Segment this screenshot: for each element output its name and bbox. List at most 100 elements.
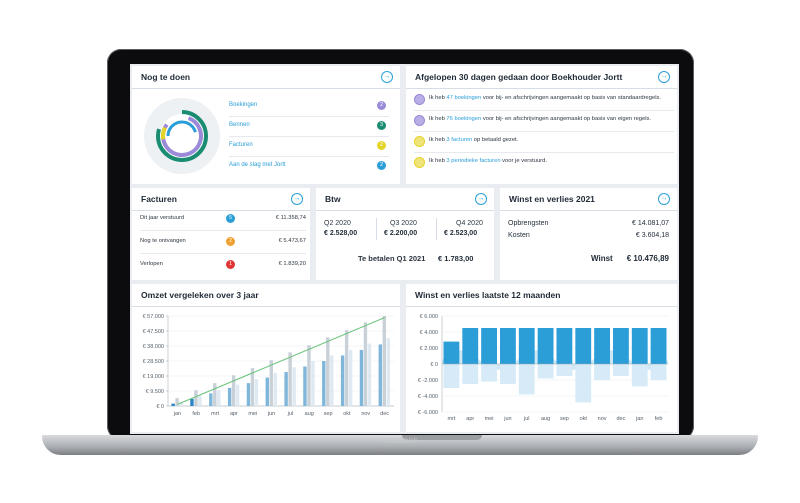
btw-quarter-value: € 2.200,00: [384, 230, 418, 237]
x-tick-label: mei: [485, 416, 494, 422]
bar: [269, 360, 273, 406]
bar: [322, 361, 326, 406]
activity-link[interactable]: 3 facturen: [446, 137, 472, 143]
bar: [194, 390, 198, 406]
cost-label: Kosten: [508, 232, 530, 239]
winst-arrow-icon[interactable]: →: [658, 193, 670, 205]
bar: [303, 366, 307, 406]
activity-text: voor je verstuurd.: [500, 158, 547, 164]
x-tick-label: mrt: [447, 416, 455, 422]
bar-positive: [613, 328, 629, 364]
cost-value: € 3.604,18: [635, 232, 669, 239]
x-tick-label: dec: [616, 416, 625, 422]
facturen-count-badge: 2: [226, 237, 235, 246]
activity-arrow-icon[interactable]: →: [658, 71, 670, 83]
x-tick-label: aug: [305, 411, 314, 417]
bar-positive: [537, 328, 554, 364]
activity-text: Ik heb: [429, 137, 447, 143]
bar-positive: [631, 328, 648, 364]
bar: [175, 398, 179, 406]
bar-positive: [462, 328, 479, 364]
todo-item-facturen[interactable]: Facturen 2: [229, 137, 389, 157]
bar: [307, 345, 311, 406]
bar-positive: [556, 328, 573, 364]
activity-item: Ik heb 76 boekingen voor bij- en afschri…: [414, 110, 674, 132]
x-tick-label: jul: [287, 411, 294, 417]
bar: [386, 338, 390, 406]
todo-count-badge: 3: [377, 121, 386, 130]
facturen-arrow-icon[interactable]: →: [291, 193, 303, 205]
x-tick-label: apr: [230, 411, 238, 417]
bar: [367, 343, 372, 406]
x-tick-label: dec: [380, 411, 389, 417]
bar: [265, 377, 269, 406]
bar-positive: [575, 328, 592, 364]
bar: [382, 316, 386, 406]
todo-donut-chart: [144, 98, 220, 174]
x-tick-label: mrt: [211, 411, 219, 417]
btw-pay-label: Te betalen Q1 2021: [358, 254, 426, 263]
activity-item: Ik heb 3 facturen op betaald gezet.: [414, 131, 674, 153]
activity-link[interactable]: 47 boekingen: [446, 95, 481, 101]
todo-item-label: Aan de slag met Jortt: [229, 162, 286, 168]
x-tick-label: jul: [523, 416, 530, 422]
x-tick-label: jan: [635, 416, 643, 422]
todo-count-badge: 2: [377, 101, 386, 110]
todo-item-boekingen[interactable]: Boekingen 2: [229, 97, 389, 117]
btw-arrow-icon[interactable]: →: [475, 193, 487, 205]
y-tick-label: € -6.000: [418, 410, 438, 416]
wv12-panel: Winst en verlies laatste 12 maanden € -6…: [406, 284, 677, 432]
bar-negative: [537, 364, 554, 379]
activity-link[interactable]: 76 boekingen: [446, 116, 481, 122]
facturen-row-amount: € 5.473,67: [278, 238, 306, 244]
btw-header: Btw →: [316, 188, 494, 211]
bar: [326, 337, 330, 406]
facturen-title: Facturen: [141, 194, 177, 204]
bar-negative: [443, 364, 460, 388]
bar: [292, 367, 296, 406]
laptop-brand: MacBook: [382, 436, 418, 445]
bar-positive: [443, 341, 460, 364]
bar-negative: [575, 364, 592, 403]
btw-panel: Btw → Q2 2020 € 2.528,00 Q3 2020 € 2.200…: [316, 188, 494, 280]
facturen-row[interactable]: Dit jaar verstuurd 5 € 11.358,74: [140, 208, 306, 231]
profit-label: Winst: [591, 254, 613, 263]
facturen-row[interactable]: Nog te ontvangen 2 € 5.473,67: [140, 231, 306, 254]
bar: [311, 361, 315, 406]
bar: [340, 355, 345, 406]
x-tick-label: nov: [598, 416, 607, 422]
btw-quarter-value: € 2.528,00: [324, 230, 358, 237]
bar-positive: [500, 328, 516, 364]
revenue-value: € 14.081,07: [632, 220, 669, 227]
todo-item-label: Facturen: [229, 142, 253, 148]
x-tick-label: sep: [560, 416, 569, 422]
bar: [254, 379, 259, 406]
bar: [348, 349, 353, 406]
x-tick-label: okt: [580, 416, 588, 422]
todo-arrow-icon[interactable]: →: [381, 71, 393, 83]
activity-text: Ik heb: [429, 158, 447, 164]
activity-item: Ik heb 3 periodieke facturen voor je ver…: [414, 152, 674, 173]
activity-link[interactable]: 3 periodieke facturen: [446, 158, 500, 164]
activity-title: Afgelopen 30 dagen gedaan door Boekhoude…: [415, 72, 623, 82]
dashboard-screen: Nog te doen → Boekingen 2 Bennen 3 Factu…: [130, 64, 679, 434]
activity-text: voor bij- en afschrijvingen aangemaakt o…: [481, 95, 662, 101]
y-tick-label: € -4.000: [418, 394, 438, 400]
y-tick-label: € 47.500: [143, 329, 164, 335]
x-tick-label: aug: [541, 416, 550, 422]
bar: [213, 383, 217, 406]
facturen-row[interactable]: Verlopen 1 € 1.839,20: [140, 254, 306, 276]
x-tick-label: jan: [173, 411, 181, 417]
facturen-row-amount: € 1.839,20: [278, 261, 306, 267]
x-tick-label: apr: [466, 416, 474, 422]
todo-item-aan-de-slag[interactable]: Aan de slag met Jortt 2: [229, 157, 389, 176]
activity-panel: Afgelopen 30 dagen gedaan door Boekhoude…: [406, 66, 677, 184]
bar-positive: [518, 328, 535, 364]
purple-doc-icon: [414, 115, 425, 126]
todo-item-bennen[interactable]: Bennen 3: [229, 117, 389, 137]
bar: [190, 398, 194, 406]
activity-text: op betaald gezet.: [472, 137, 519, 143]
x-tick-label: jun: [503, 416, 511, 422]
bar: [198, 395, 202, 406]
bar: [363, 322, 368, 406]
